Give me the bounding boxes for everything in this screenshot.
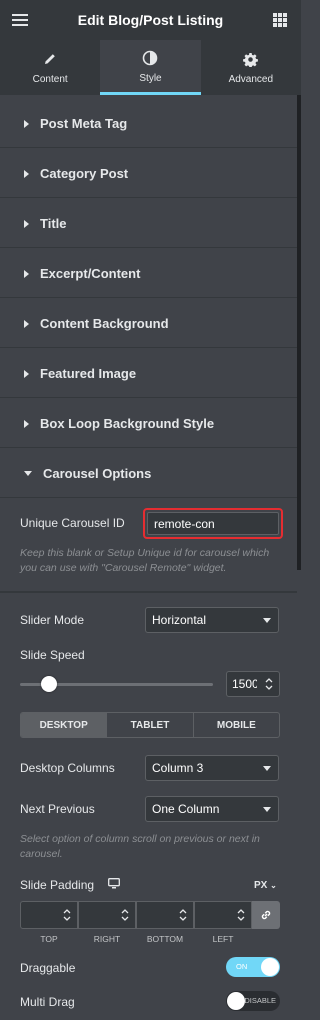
- padding-bottom-label: BOTTOM: [146, 934, 184, 944]
- next-previous-select[interactable]: One Column: [145, 796, 279, 822]
- draggable-state: ON: [236, 962, 248, 971]
- section-label: Title: [40, 216, 67, 231]
- unique-carousel-id-input[interactable]: [147, 512, 279, 535]
- gear-icon: [243, 50, 259, 68]
- unique-carousel-id-label: Unique Carousel ID: [20, 516, 125, 530]
- tab-content-label: Content: [32, 74, 68, 85]
- padding-right-input[interactable]: [78, 901, 136, 929]
- section-label: Post Meta Tag: [40, 116, 128, 131]
- link-icon: [261, 910, 271, 920]
- panel-header: Edit Blog/Post Listing: [0, 0, 301, 40]
- next-previous-value: One Column: [152, 802, 220, 816]
- caret-right-icon: [24, 169, 29, 178]
- next-previous-description: Select option of column scroll on previo…: [20, 833, 260, 860]
- slide-speed-value: 1500: [232, 677, 257, 691]
- padding-left-input[interactable]: [194, 901, 252, 929]
- chevron-down-icon: ⌄: [270, 881, 277, 890]
- slide-speed-input[interactable]: 1500: [226, 671, 280, 697]
- desktop-columns-value: Column 3: [152, 761, 204, 775]
- device-mobile-button[interactable]: MOBILE: [192, 713, 279, 737]
- section-label: Excerpt/Content: [40, 266, 141, 281]
- padding-right-label: RIGHT: [93, 934, 121, 944]
- desktop-columns-select[interactable]: Column 3: [145, 755, 279, 781]
- caret-right-icon: [24, 219, 29, 228]
- tab-style[interactable]: Style: [100, 40, 201, 95]
- section-label: Featured Image: [40, 366, 137, 381]
- toggle-knob: [227, 992, 245, 1010]
- slider-mode-label: Slider Mode: [20, 613, 85, 627]
- slide-speed-label: Slide Speed: [20, 648, 85, 662]
- slide-speed-handle[interactable]: [41, 676, 57, 692]
- units-value: PX: [254, 880, 268, 891]
- hamburger-icon[interactable]: [12, 14, 28, 26]
- unique-carousel-id-description: Keep this blank or Setup Unique id for c…: [20, 547, 270, 574]
- slider-mode-select[interactable]: Horizontal: [145, 607, 279, 633]
- draggable-label: Draggable: [20, 961, 76, 975]
- desktop-monitor-icon[interactable]: [108, 878, 120, 889]
- padding-left-label: LEFT: [212, 934, 234, 944]
- panel-title: Edit Blog/Post Listing: [77, 12, 224, 28]
- caret-right-icon: [24, 369, 29, 378]
- section-featured-image[interactable]: Featured Image: [0, 350, 297, 398]
- spinner-icon[interactable]: [265, 677, 273, 691]
- section-category-post[interactable]: Category Post: [0, 150, 297, 198]
- caret-right-icon: [24, 269, 29, 278]
- pencil-icon: [43, 50, 57, 68]
- grid-icon[interactable]: [273, 13, 287, 27]
- divider: [0, 591, 297, 593]
- caret-down-icon: [24, 471, 32, 476]
- tab-advanced[interactable]: Advanced: [201, 40, 301, 95]
- tab-style-label: Style: [139, 72, 162, 84]
- padding-top-input[interactable]: [20, 901, 78, 929]
- multi-drag-state: DISABLE: [244, 996, 276, 1005]
- caret-right-icon: [24, 119, 29, 128]
- section-box-loop-background-style[interactable]: Box Loop Background Style: [0, 400, 297, 448]
- section-excerpt-content[interactable]: Excerpt/Content: [0, 250, 297, 298]
- chevron-down-icon: [263, 618, 271, 623]
- spinner-icon[interactable]: [237, 908, 245, 922]
- tab-content[interactable]: Content: [0, 40, 100, 95]
- caret-right-icon: [24, 419, 29, 428]
- multi-drag-toggle[interactable]: DISABLE: [226, 991, 280, 1011]
- half-circle-icon: [142, 49, 158, 67]
- section-label: Category Post: [40, 166, 129, 181]
- slide-padding-inputs: [20, 901, 280, 929]
- section-label: Carousel Options: [43, 466, 152, 481]
- caret-right-icon: [24, 319, 29, 328]
- units-dropdown[interactable]: PX ⌄: [254, 880, 277, 891]
- device-switcher: DESKTOP TABLET MOBILE: [20, 712, 280, 738]
- tab-advanced-label: Advanced: [228, 74, 274, 85]
- section-title[interactable]: Title: [0, 200, 297, 248]
- section-label: Box Loop Background Style: [40, 416, 215, 431]
- section-label: Content Background: [40, 316, 169, 331]
- multi-drag-label: Multi Drag: [20, 995, 75, 1009]
- panel-tabs: Content Style Advanced: [0, 40, 301, 95]
- device-desktop-button[interactable]: DESKTOP: [21, 713, 107, 737]
- link-values-button[interactable]: [252, 901, 280, 929]
- unique-carousel-id-highlight: [143, 508, 283, 539]
- chevron-down-icon: [263, 766, 271, 771]
- spinner-icon[interactable]: [63, 908, 71, 922]
- padding-top-label: TOP: [40, 934, 58, 944]
- slide-padding-label: Slide Padding: [20, 878, 95, 892]
- padding-side-labels: TOP RIGHT BOTTOM LEFT: [20, 934, 252, 944]
- slider-mode-value: Horizontal: [152, 613, 207, 627]
- device-tablet-button[interactable]: TABLET: [106, 713, 192, 737]
- desktop-columns-label: Desktop Columns: [20, 761, 115, 775]
- section-carousel-options[interactable]: Carousel Options: [0, 450, 297, 498]
- section-post-meta-tag[interactable]: Post Meta Tag: [0, 100, 297, 148]
- spinner-icon[interactable]: [121, 908, 129, 922]
- padding-bottom-input[interactable]: [136, 901, 194, 929]
- draggable-toggle[interactable]: ON: [226, 957, 280, 977]
- section-content-background[interactable]: Content Background: [0, 300, 297, 348]
- scrollbar[interactable]: [297, 95, 301, 570]
- chevron-down-icon: [263, 807, 271, 812]
- next-previous-label: Next Previous: [20, 802, 95, 816]
- toggle-knob: [261, 958, 279, 976]
- spinner-icon[interactable]: [179, 908, 187, 922]
